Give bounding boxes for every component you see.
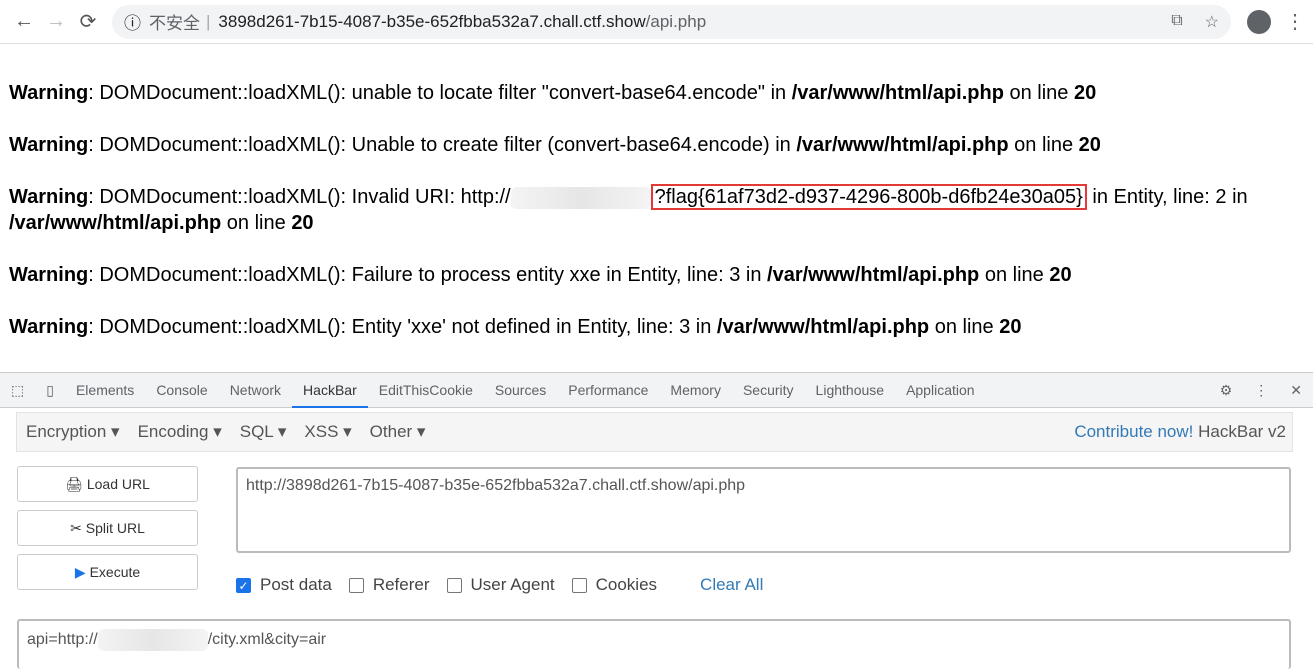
tab-performance[interactable]: Performance [557, 373, 659, 408]
clear-all-link[interactable]: Clear All [700, 575, 763, 595]
url-path: /api.php [645, 11, 707, 31]
tab-console[interactable]: Console [145, 373, 218, 408]
execute-button[interactable]: ▶ Execute [17, 554, 198, 590]
tab-hackbar[interactable]: HackBar [292, 373, 368, 408]
referer-checkbox[interactable] [348, 577, 364, 593]
menu-sql[interactable]: SQL ▾ [231, 422, 296, 442]
inspect-icon[interactable]: ⬚ [0, 373, 35, 408]
contribute-link[interactable]: Contribute now! [1074, 422, 1193, 441]
tab-sources[interactable]: Sources [484, 373, 557, 408]
menu-encryption[interactable]: Encryption ▾ [17, 422, 129, 442]
menu-other[interactable]: Other ▾ [361, 422, 435, 442]
post-data-checkbox[interactable]: ✓ [236, 577, 251, 593]
tab-application[interactable]: Application [895, 373, 986, 408]
play-icon: ▶ [74, 563, 86, 580]
split-url-button[interactable]: ✂ Split URL [17, 510, 198, 546]
warning-line: Warning: DOMDocument::loadXML(): Unable … [9, 134, 1101, 156]
tab-elements[interactable]: Elements [65, 373, 145, 408]
flag-highlight: ?flag{61af73d2-d937-4296-800b-d6fb24e30a… [650, 184, 1087, 210]
options-row: ✓ Post data Referer User Agent Cookies Cl… [236, 575, 763, 595]
option-label: User Agent [470, 575, 555, 594]
post-suffix: /city.xml&city=air [207, 631, 327, 649]
warning-line: Warning: DOMDocument::loadXML(): Failure… [9, 264, 1072, 286]
separator: | [206, 11, 211, 31]
more-icon[interactable]: ⋮ [1243, 373, 1279, 408]
execute-label: Execute [89, 564, 141, 580]
cookies-checkbox[interactable] [571, 577, 587, 593]
user-agent-option[interactable]: User Agent [446, 575, 555, 595]
menu-xss[interactable]: XSS ▾ [295, 422, 360, 442]
redacted-host [97, 629, 208, 651]
split-url-label: Split URL [85, 520, 145, 536]
load-url-label: Load URL [86, 476, 150, 492]
url-host: 3898d261-7b15-4087-b35e-652fbba532a7.cha… [218, 11, 646, 31]
profile-avatar-icon[interactable] [1247, 9, 1271, 34]
warning-line: Warning: DOMDocument::loadXML(): Entity … [9, 316, 1022, 338]
reload-icon[interactable]: ⟳ [72, 9, 104, 34]
forward-icon[interactable]: → [40, 10, 72, 33]
devtools-panel: ⬚ ▯ Elements Console Network HackBar Edi… [0, 372, 1313, 669]
page-content: Warning: DOMDocument::loadXML(): unable … [0, 44, 1313, 370]
address-bar[interactable]: ⓘ 不安全 | 3898d261-7b15-4087-b35e-652fbba5… [112, 4, 1231, 39]
scissors-icon: ✂ [70, 519, 82, 536]
star-icon[interactable]: ☆ [1205, 12, 1219, 32]
close-icon[interactable]: ✕ [1279, 373, 1313, 408]
option-label: Cookies [595, 575, 658, 594]
cookies-option[interactable]: Cookies [571, 575, 658, 595]
devtools-tabs: ⬚ ▯ Elements Console Network HackBar Edi… [0, 372, 1313, 408]
warning-line: Warning: DOMDocument::loadXML(): unable … [9, 82, 1097, 104]
tab-memory[interactable]: Memory [659, 373, 732, 408]
post-data-textarea[interactable]: api=http:// /city.xml&city=air [17, 619, 1291, 669]
post-prefix: api=http:// [27, 631, 98, 649]
menu-encoding[interactable]: Encoding ▾ [129, 422, 231, 442]
insecure-label: 不安全 [149, 14, 200, 33]
option-label: Referer [372, 575, 430, 594]
option-label: Post data [260, 575, 332, 594]
load-icon: 🖨 [65, 475, 83, 492]
device-toggle-icon[interactable]: ▯ [35, 373, 65, 408]
tab-network[interactable]: Network [219, 373, 292, 408]
translate-icon[interactable]: ⧉ [1171, 12, 1182, 32]
browser-toolbar: ← → ⟳ ⓘ 不安全 | 3898d261-7b15-4087-b35e-65… [0, 0, 1313, 44]
redacted-host [510, 186, 651, 209]
info-icon[interactable]: ⓘ [124, 9, 141, 34]
tab-editthiscookie[interactable]: EditThisCookie [368, 373, 484, 408]
menu-icon[interactable]: ⋮ [1285, 9, 1305, 34]
tab-lighthouse[interactable]: Lighthouse [805, 373, 896, 408]
tab-security[interactable]: Security [732, 373, 805, 408]
user-agent-checkbox[interactable] [446, 577, 462, 593]
warning-line: Warning: DOMDocument::loadXML(): Invalid… [9, 184, 1248, 234]
hackbar-menu: Encryption ▾ Encoding ▾ SQL ▾ XSS ▾ Othe… [16, 412, 1293, 452]
url-textarea[interactable]: http://3898d261-7b15-4087-b35e-652fbba53… [236, 467, 1291, 553]
referer-option[interactable]: Referer [348, 575, 430, 595]
hackbar-version: HackBar v2 [1198, 422, 1286, 441]
load-url-button[interactable]: 🖨 Load URL [17, 466, 198, 502]
post-data-option[interactable]: ✓ Post data [236, 575, 332, 595]
settings-gear-icon[interactable]: ⚙ [1209, 373, 1244, 408]
back-icon[interactable]: ← [8, 10, 40, 33]
